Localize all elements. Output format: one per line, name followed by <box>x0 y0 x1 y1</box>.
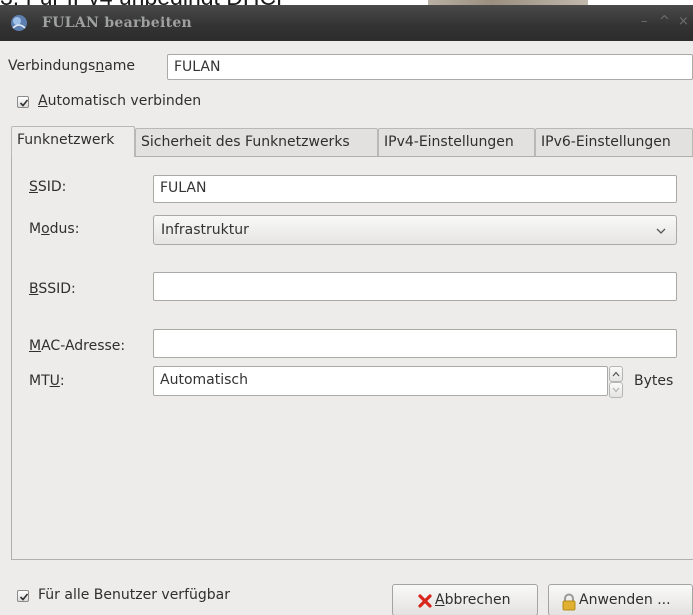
all-users-label[interactable]: Für alle Benutzer verfügbar <box>38 587 230 603</box>
mtu-label: MTU: <box>29 373 65 389</box>
mode-select-value: Infrastruktur <box>161 222 249 238</box>
connection-name-input[interactable]: FULAN <box>167 54 693 80</box>
connection-name-label: Verbindungsname <box>8 58 136 74</box>
minimize-button[interactable]: – <box>641 14 648 30</box>
apply-button[interactable]: Anwenden ... <box>548 584 693 615</box>
tab-ipv4-settings[interactable]: IPv4-Einstellungen <box>378 128 535 156</box>
close-button[interactable]: × <box>678 14 689 30</box>
mode-label: Modus: <box>29 221 80 237</box>
cancel-button[interactable]: Abbrechen <box>392 584 538 615</box>
checkmark-icon <box>19 99 29 107</box>
window-title: FULAN bearbeiten <box>42 15 193 31</box>
ssid-input[interactable]: FULAN <box>153 175 677 203</box>
network-app-icon <box>11 15 27 31</box>
chevron-down-icon <box>612 387 620 393</box>
mtu-increment-button[interactable] <box>609 366 623 382</box>
autoconnect-label[interactable]: Automatisch verbinden <box>38 93 201 109</box>
maximize-button[interactable]: ^ <box>659 14 670 30</box>
checkmark-icon <box>19 593 29 601</box>
mac-address-label: MAC-Adresse: <box>29 338 126 354</box>
ssid-label: SSID: <box>29 179 67 195</box>
mode-select[interactable]: Infrastruktur <box>153 215 677 245</box>
cancel-label: bbrechen <box>444 592 511 608</box>
chevron-up-icon <box>612 371 620 377</box>
cancel-mnemonic: A <box>435 592 445 608</box>
mtu-unit-label: Bytes <box>634 373 674 389</box>
tab-funknetzwerk[interactable]: Funknetzwerk <box>11 126 135 157</box>
bssid-label: BSSID: <box>29 281 76 297</box>
lock-icon <box>562 593 576 611</box>
all-users-checkbox[interactable] <box>17 590 29 602</box>
edit-connection-dialog: FULAN bearbeiten – ^ × Verbindungsname F… <box>0 5 693 615</box>
bssid-input[interactable] <box>153 272 677 301</box>
title-bar[interactable]: FULAN bearbeiten – ^ × <box>0 5 693 41</box>
autoconnect-checkbox[interactable] <box>17 96 29 108</box>
tab-wireless-security[interactable]: Sicherheit des Funknetzwerks <box>135 128 378 156</box>
mtu-input[interactable]: Automatisch <box>153 366 608 396</box>
chevron-down-icon <box>656 224 666 238</box>
cancel-x-icon <box>418 594 432 608</box>
apply-label: Anwenden ... <box>579 592 671 608</box>
tab-ipv6-settings[interactable]: IPv6-Einstellungen <box>535 128 693 156</box>
mac-address-input[interactable] <box>153 329 677 358</box>
mtu-spinner[interactable] <box>609 366 623 398</box>
mtu-decrement-button[interactable] <box>609 382 623 398</box>
